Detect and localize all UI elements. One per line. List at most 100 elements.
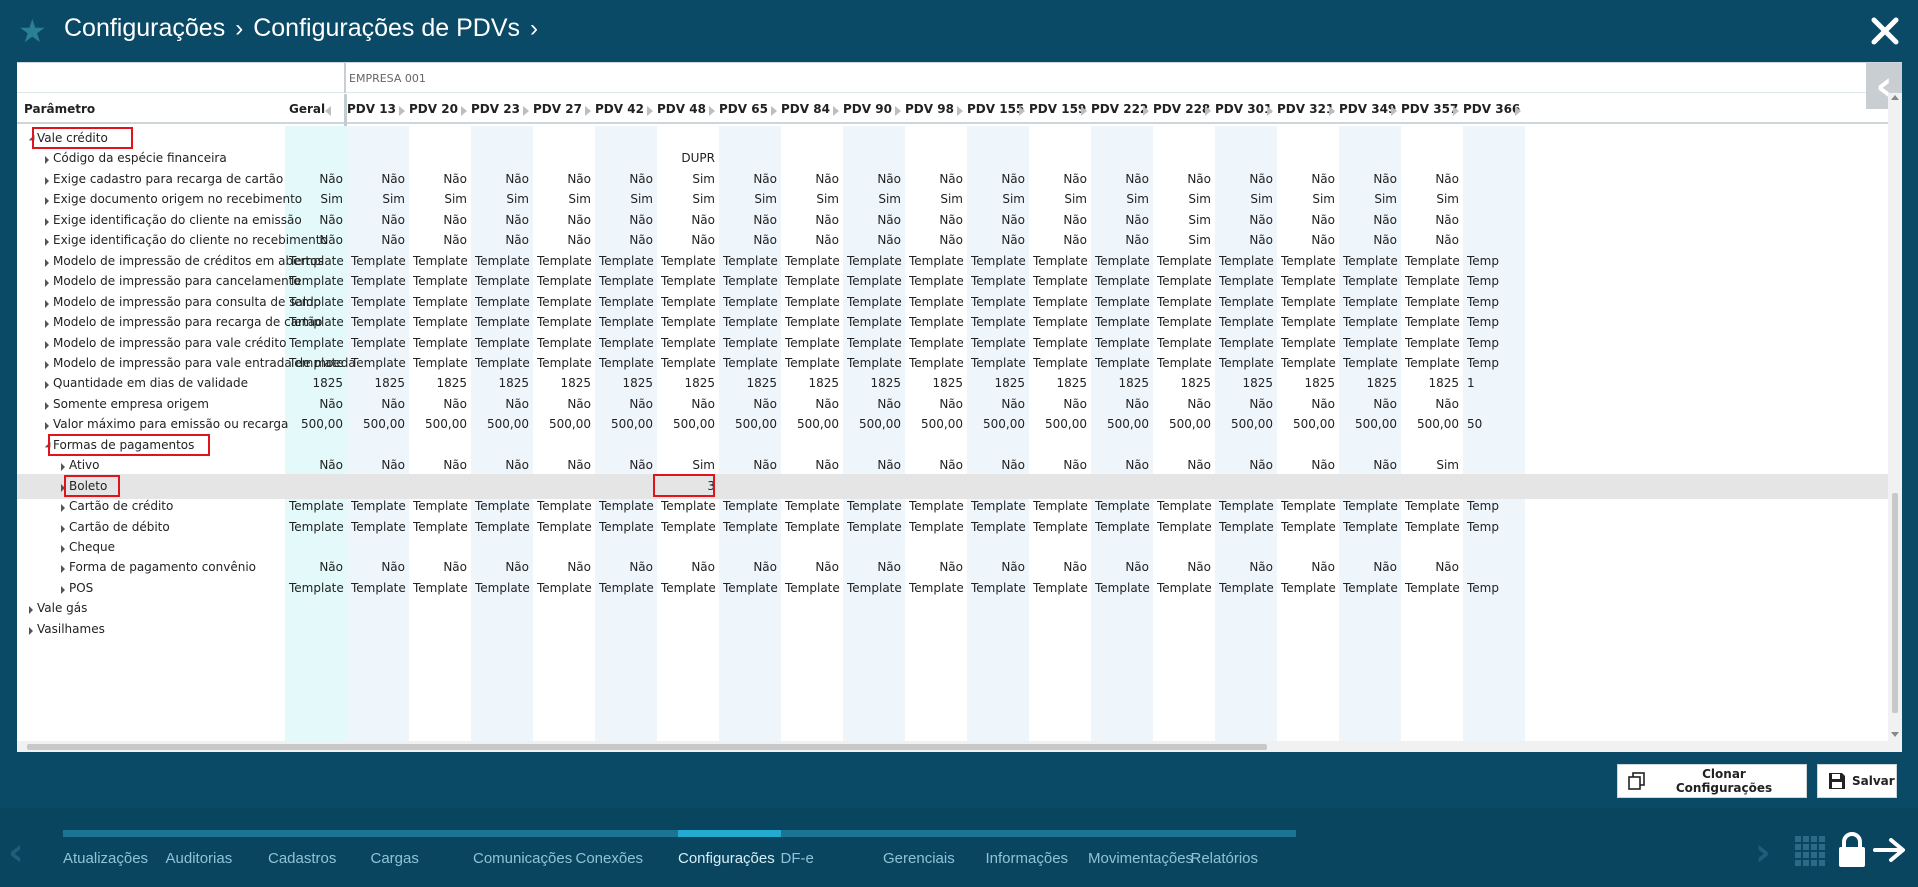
nav-item-2[interactable]: Cadastros: [268, 830, 373, 876]
grid-cell[interactable]: Não: [651, 233, 715, 247]
sort-right-icon[interactable]: [771, 106, 777, 116]
grid-cell[interactable]: Template: [723, 581, 787, 595]
column-header[interactable]: PDV 155: [967, 102, 1024, 116]
breadcrumb-chevron-icon[interactable]: ›: [530, 15, 538, 43]
grid-cell[interactable]: Não: [1085, 233, 1149, 247]
grid-cell[interactable]: Não: [403, 397, 467, 411]
grid-cell[interactable]: Não: [651, 213, 715, 227]
sort-right-icon[interactable]: [1143, 106, 1149, 116]
grid-cell[interactable]: Template: [599, 315, 663, 329]
grid-cell[interactable]: Não: [341, 458, 405, 472]
grid-cell[interactable]: Template: [1281, 520, 1345, 534]
grid-cell[interactable]: Template: [661, 254, 725, 268]
column-header[interactable]: PDV 84: [781, 102, 830, 116]
grid-cell[interactable]: Não: [1209, 213, 1273, 227]
grid-cell[interactable]: Template: [1405, 315, 1469, 329]
grid-cell[interactable]: Sim: [1395, 458, 1459, 472]
grid-cell[interactable]: Template: [1343, 315, 1407, 329]
grid-cell[interactable]: Não: [1333, 172, 1397, 186]
expand-arrow-icon[interactable]: [61, 463, 65, 472]
grid-cell[interactable]: Template: [723, 315, 787, 329]
grid-cell[interactable]: Template: [413, 356, 477, 370]
grid-cell[interactable]: Template: [847, 581, 911, 595]
grid-cell[interactable]: Não: [837, 213, 901, 227]
expand-arrow-icon[interactable]: [45, 422, 49, 431]
grid-cell[interactable]: Template: [785, 315, 849, 329]
vertical-scrollbar[interactable]: [1888, 93, 1902, 741]
grid-cell[interactable]: Não: [465, 397, 529, 411]
grid-cell[interactable]: Template: [1095, 254, 1159, 268]
grid-cell[interactable]: Template: [599, 520, 663, 534]
grid-cell[interactable]: Template: [971, 499, 1035, 513]
grid-cell[interactable]: Temp: [1467, 499, 1531, 513]
grid-cell[interactable]: Não: [527, 233, 591, 247]
expand-arrow-icon[interactable]: [45, 340, 49, 349]
grid-cell[interactable]: Sim: [1271, 192, 1335, 206]
grid-cell[interactable]: Template: [289, 295, 353, 309]
grid-cell[interactable]: Template: [971, 295, 1035, 309]
grid-cell[interactable]: Template: [1405, 356, 1469, 370]
grid-cell[interactable]: Template: [1405, 254, 1469, 268]
grid-cell[interactable]: Template: [1343, 336, 1407, 350]
grid-cell[interactable]: Não: [775, 458, 839, 472]
grid-cell[interactable]: Não: [1023, 458, 1087, 472]
grid-cell[interactable]: Template: [537, 295, 601, 309]
grid-cell[interactable]: Temp: [1467, 254, 1531, 268]
grid-cell[interactable]: Template: [599, 499, 663, 513]
grid-cell[interactable]: Template: [1219, 520, 1283, 534]
grid-cell[interactable]: Não: [1271, 560, 1335, 574]
sort-right-icon[interactable]: [1329, 106, 1335, 116]
grid-cell[interactable]: Não: [1333, 397, 1397, 411]
grid-cell[interactable]: Template: [289, 315, 353, 329]
grid-cell[interactable]: Não: [341, 233, 405, 247]
grid-cell[interactable]: Template: [413, 254, 477, 268]
grid-cell[interactable]: Template: [847, 315, 911, 329]
grid-cell[interactable]: Template: [1405, 581, 1469, 595]
grid-cell[interactable]: Template: [537, 315, 601, 329]
grid-cell[interactable]: Sim: [1023, 192, 1087, 206]
grid-cell[interactable]: Template: [909, 520, 973, 534]
sort-right-icon[interactable]: [1019, 106, 1025, 116]
column-header[interactable]: PDV 159: [1029, 102, 1086, 116]
grid-cell[interactable]: Template: [599, 274, 663, 288]
scroll-up-icon[interactable]: [1891, 95, 1899, 100]
grid-cell[interactable]: Não: [961, 172, 1025, 186]
grid-cell[interactable]: 500,00: [961, 417, 1025, 431]
grid-cell[interactable]: Template: [351, 581, 415, 595]
grid-cell[interactable]: Sim: [1209, 192, 1273, 206]
grid-cell[interactable]: Não: [1333, 213, 1397, 227]
grid-cell[interactable]: Template: [1095, 295, 1159, 309]
column-header[interactable]: PDV 13: [347, 102, 396, 116]
grid-cell[interactable]: Não: [403, 458, 467, 472]
grid-cell[interactable]: Template: [351, 499, 415, 513]
grid-cell[interactable]: Sim: [589, 192, 653, 206]
grid-cell[interactable]: Sim: [713, 192, 777, 206]
grid-cell[interactable]: Template: [1157, 315, 1221, 329]
grid-cell[interactable]: 500,00: [527, 417, 591, 431]
grid-cell[interactable]: Template: [909, 254, 973, 268]
grid-cell[interactable]: Template: [723, 336, 787, 350]
grid-cell[interactable]: Sim: [837, 192, 901, 206]
grid-cell[interactable]: Não: [527, 397, 591, 411]
grid-cell[interactable]: 1825: [1333, 376, 1397, 390]
grid-cell[interactable]: Template: [847, 274, 911, 288]
expand-arrow-icon[interactable]: [45, 381, 49, 390]
grid-cell[interactable]: Template: [909, 336, 973, 350]
grid-cell[interactable]: Template: [475, 581, 539, 595]
grid-cell[interactable]: Template: [785, 520, 849, 534]
grid-cell[interactable]: Template: [1281, 315, 1345, 329]
grid-cell[interactable]: Não: [1209, 233, 1273, 247]
grid-cell[interactable]: Não: [775, 397, 839, 411]
grid-cell[interactable]: Template: [1095, 499, 1159, 513]
grid-cell[interactable]: Template: [971, 254, 1035, 268]
grid-cell[interactable]: Template: [785, 581, 849, 595]
grid-cell[interactable]: Não: [279, 458, 343, 472]
grid-cell[interactable]: Não: [1395, 233, 1459, 247]
grid-cell[interactable]: Não: [465, 213, 529, 227]
grid-cell[interactable]: Template: [475, 520, 539, 534]
grid-cell[interactable]: Não: [1085, 213, 1149, 227]
grid-cell[interactable]: Template: [661, 356, 725, 370]
grid-cell[interactable]: Template: [661, 274, 725, 288]
save-button[interactable]: Salvar: [1817, 764, 1897, 798]
grid-cell[interactable]: Não: [713, 458, 777, 472]
